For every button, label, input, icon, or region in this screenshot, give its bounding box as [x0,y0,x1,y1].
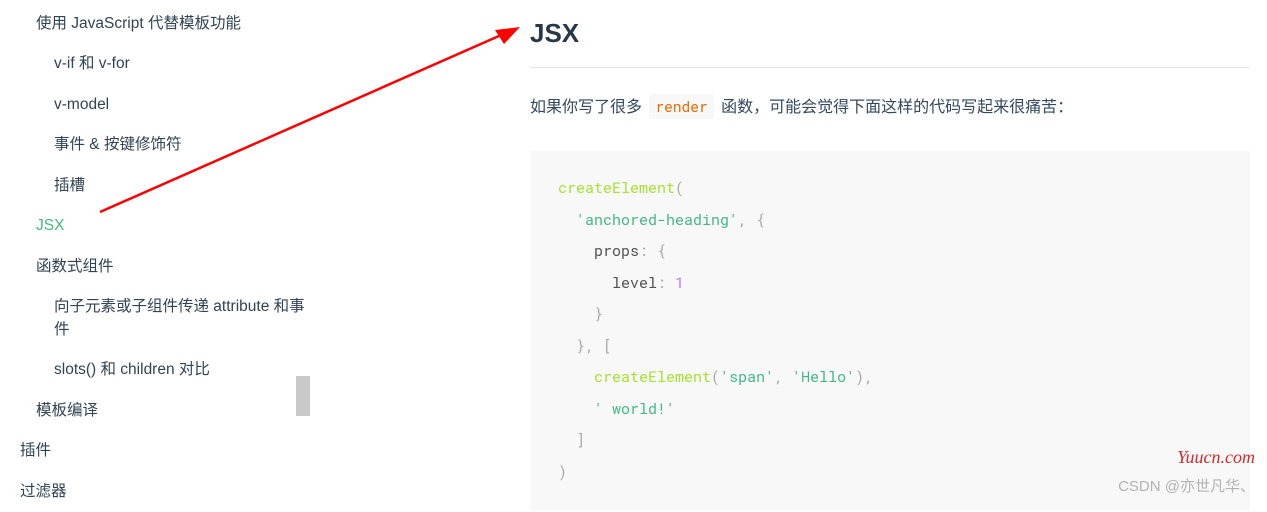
sidebar-items: 使用 JavaScript 代替模板功能v-if 和 v-forv-model事… [20,4,310,512]
sidebar-scrollbar[interactable] [296,376,310,416]
sidebar-item-1[interactable]: v-if 和 v-for [20,44,310,84]
code-token: ), [855,367,873,387]
code-token: }, [ [576,336,612,356]
code-token: ( [675,178,684,198]
code-token: : [657,273,675,293]
code-token: ] [576,430,585,450]
code-token: 1 [675,273,684,293]
code-token: : { [639,241,666,261]
intro-text-after: 函数，可能会觉得下面这样的代码写起来很痛苦： [717,99,1073,116]
code-token: , [774,367,792,387]
inline-code-render: render [649,94,713,119]
code-token: 'anchored-heading' [576,210,738,230]
intro-text-before: 如果你写了很多 [530,99,646,116]
sidebar-item-0[interactable]: 使用 JavaScript 代替模板功能 [20,4,310,44]
sidebar-item-5[interactable]: JSX [20,206,310,246]
code-token: createElement [594,367,711,387]
code-token: createElement [558,178,675,198]
code-token: 'Hello' [792,367,855,387]
section-heading: JSX [530,18,1250,68]
code-token: } [594,304,603,324]
intro-paragraph: 如果你写了很多 render 函数，可能会觉得下面这样的代码写起来很痛苦： [530,94,1250,121]
code-token: ( [711,367,720,387]
sidebar-item-11[interactable]: 过滤器 [20,472,310,512]
code-token: , { [738,210,765,230]
sidebar-item-9[interactable]: 模板编译 [20,391,310,431]
sidebar-nav: 使用 JavaScript 代替模板功能v-if 和 v-forv-model事… [0,0,310,508]
sidebar-item-2[interactable]: v-model [20,85,310,125]
sidebar-item-10[interactable]: 插件 [20,431,310,471]
code-token: ) [558,462,567,482]
code-token: level [612,273,657,293]
main-content: JSX 如果你写了很多 render 函数，可能会觉得下面这样的代码写起来很痛苦… [530,18,1250,510]
sidebar-item-8[interactable]: slots() 和 children 对比 [20,350,310,390]
sidebar-item-3[interactable]: 事件 & 按键修饰符 [20,125,310,165]
watermark-site: Yuucn.com [1177,447,1255,468]
code-token: props [594,241,639,261]
code-token: 'span' [720,367,774,387]
code-block: createElement( 'anchored-heading', { pro… [530,151,1250,510]
code-token: ' world!' [594,399,675,419]
sidebar-item-4[interactable]: 插槽 [20,166,310,206]
watermark-author: CSDN @亦世凡华、 [1118,475,1255,496]
sidebar-item-6[interactable]: 函数式组件 [20,247,310,287]
sidebar-item-7[interactable]: 向子元素或子组件传递 attribute 和事件 [20,287,310,350]
